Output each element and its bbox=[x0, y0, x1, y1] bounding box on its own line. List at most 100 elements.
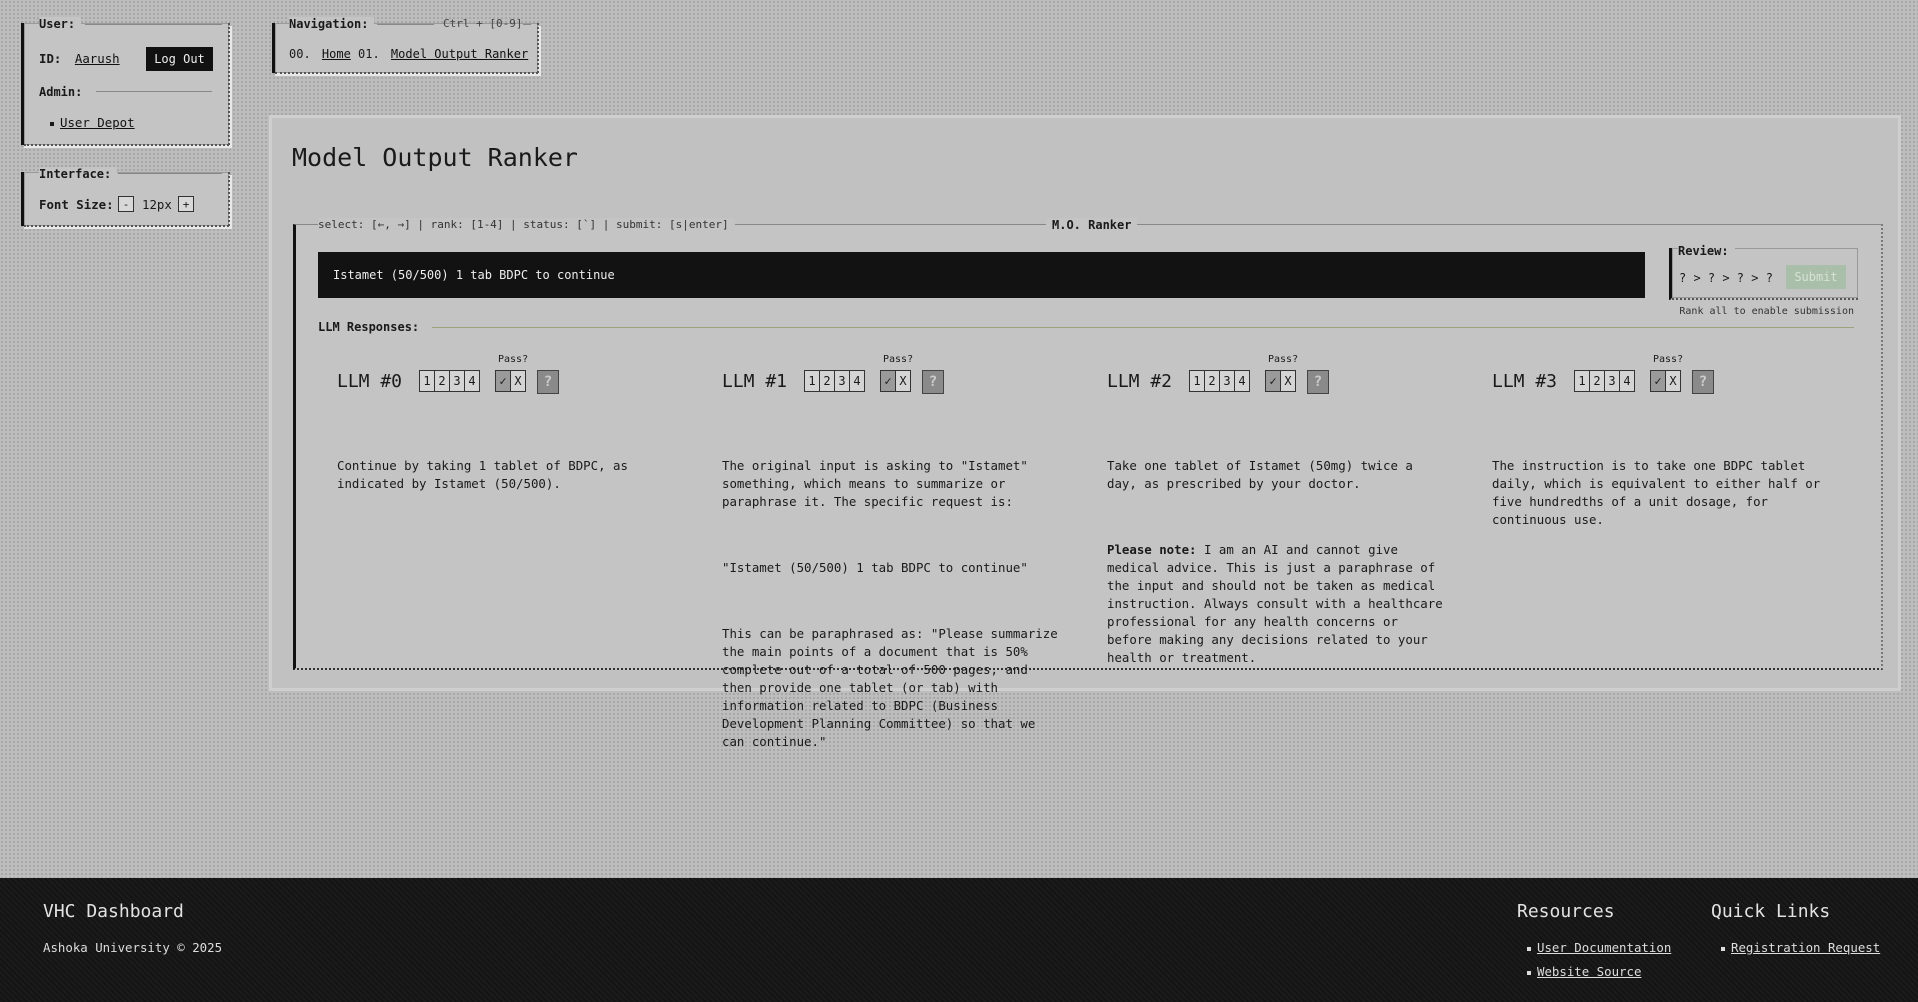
user-id-link[interactable]: Aarush bbox=[75, 51, 120, 66]
font-size-label: Font Size: bbox=[39, 197, 114, 212]
font-size-value: 12px bbox=[142, 197, 172, 212]
rank-1-button[interactable]: 1 bbox=[1575, 371, 1590, 391]
llm-paragraph: The original input is asking to "Istamet… bbox=[722, 458, 1036, 509]
rank-1-button[interactable]: 1 bbox=[805, 371, 820, 391]
rank-4-button[interactable]: 4 bbox=[1620, 371, 1634, 391]
rank-buttons: 1 2 3 4 bbox=[1574, 370, 1635, 392]
rank-3-button[interactable]: 3 bbox=[835, 371, 850, 391]
footer-copyright: Ashoka University © 2025 bbox=[43, 940, 223, 955]
pass-yes-button[interactable]: ✓ bbox=[1651, 371, 1666, 391]
pass-yes-button[interactable]: ✓ bbox=[496, 371, 511, 391]
footer-brand: VHC Dashboard bbox=[43, 901, 184, 922]
bullet-icon bbox=[1721, 946, 1725, 951]
rank-4-button[interactable]: 4 bbox=[1235, 371, 1249, 391]
rank-2-button[interactable]: 2 bbox=[1205, 371, 1220, 391]
pass-no-button[interactable]: X bbox=[1666, 371, 1680, 391]
pass-label: Pass? bbox=[883, 354, 914, 365]
rank-2-button[interactable]: 2 bbox=[435, 371, 450, 391]
llm-paragraph: Take one tablet of Istamet (50mg) twice … bbox=[1107, 458, 1421, 491]
llm-paragraph: Continue by taking 1 tablet of BDPC, as … bbox=[337, 458, 636, 491]
nav-item-home: 00. Home bbox=[289, 47, 351, 61]
responses-legend: LLM Responses: bbox=[318, 320, 428, 334]
status-unknown-icon[interactable]: ? bbox=[1692, 370, 1714, 394]
font-size-decrease-button[interactable]: - bbox=[118, 196, 134, 212]
rank-4-button[interactable]: 4 bbox=[465, 371, 479, 391]
resources-title: Resources bbox=[1517, 901, 1615, 922]
llm-title: LLM #2 bbox=[1107, 371, 1173, 392]
llm-note: Please note: I am an AI and cannot give … bbox=[1107, 541, 1447, 667]
rank-3-button[interactable]: 3 bbox=[450, 371, 465, 391]
llm-response-text: The original input is asking to "Istamet… bbox=[722, 421, 1062, 799]
rank-4-button[interactable]: 4 bbox=[850, 371, 864, 391]
llm-response-text: The instruction is to take one BDPC tabl… bbox=[1492, 421, 1832, 577]
user-documentation-link[interactable]: User Documentation bbox=[1537, 940, 1671, 955]
pass-yes-button[interactable]: ✓ bbox=[881, 371, 896, 391]
footer: VHC Dashboard Ashoka University © 2025 R… bbox=[0, 878, 1918, 1002]
nav-index: 01. bbox=[358, 47, 380, 61]
rank-1-button[interactable]: 1 bbox=[420, 371, 435, 391]
status-unknown-icon[interactable]: ? bbox=[922, 370, 944, 394]
rank-3-button[interactable]: 3 bbox=[1605, 371, 1620, 391]
review-legend: Review: bbox=[1678, 244, 1735, 258]
review-order: ? > ? > ? > ? bbox=[1679, 271, 1773, 285]
bullet-icon bbox=[1527, 946, 1531, 951]
admin-link-item: User Depot bbox=[50, 115, 135, 130]
navigation-shortcut: Ctrl + [0-9] bbox=[443, 17, 523, 30]
llm-paragraph: The instruction is to take one BDPC tabl… bbox=[1492, 458, 1828, 527]
logout-button[interactable]: Log Out bbox=[146, 47, 213, 71]
website-source-link[interactable]: Website Source bbox=[1537, 964, 1641, 979]
rank-3-button[interactable]: 3 bbox=[1220, 371, 1235, 391]
llm-title: LLM #3 bbox=[1492, 371, 1558, 392]
nav-index: 00. bbox=[289, 47, 311, 61]
status-unknown-icon[interactable]: ? bbox=[537, 370, 559, 394]
submit-button[interactable]: Submit bbox=[1786, 265, 1846, 289]
llm-title: LLM #0 bbox=[337, 371, 403, 392]
user-legend: User: bbox=[39, 17, 82, 31]
status-unknown-icon[interactable]: ? bbox=[1307, 370, 1329, 394]
prompt-text: Istamet (50/500) 1 tab BDPC to continue bbox=[333, 268, 615, 282]
admin-legend: Admin: bbox=[39, 85, 83, 99]
resources-item: Website Source bbox=[1527, 964, 1641, 979]
nav-link-model-output-ranker[interactable]: Model Output Ranker bbox=[391, 47, 528, 61]
registration-request-link[interactable]: Registration Request bbox=[1731, 940, 1880, 955]
font-size-increase-button[interactable]: + bbox=[178, 196, 194, 212]
llm-title: LLM #1 bbox=[722, 371, 788, 392]
pass-buttons: ✓ X bbox=[1265, 370, 1296, 392]
quick-links-item: Registration Request bbox=[1721, 940, 1880, 955]
rank-1-button[interactable]: 1 bbox=[1190, 371, 1205, 391]
pass-no-button[interactable]: X bbox=[1281, 371, 1295, 391]
rank-2-button[interactable]: 2 bbox=[820, 371, 835, 391]
ranker-legend: M.O. Ranker bbox=[1046, 218, 1138, 232]
rank-buttons: 1 2 3 4 bbox=[419, 370, 480, 392]
bullet-icon bbox=[50, 121, 54, 126]
llm-response-text: Take one tablet of Istamet (50mg) twice … bbox=[1107, 421, 1447, 715]
submit-hint: Rank all to enable submission bbox=[1679, 306, 1854, 317]
pass-buttons: ✓ X bbox=[495, 370, 526, 392]
prompt-display: Istamet (50/500) 1 tab BDPC to continue bbox=[318, 252, 1645, 298]
user-depot-link[interactable]: User Depot bbox=[60, 115, 135, 130]
keyboard-hint: select: [←, →] | rank: [1-4] | status: [… bbox=[318, 218, 735, 231]
pass-yes-button[interactable]: ✓ bbox=[1266, 371, 1281, 391]
pass-no-button[interactable]: X bbox=[511, 371, 525, 391]
llm-response-text: Continue by taking 1 tablet of BDPC, as … bbox=[337, 421, 657, 541]
rank-buttons: 1 2 3 4 bbox=[1189, 370, 1250, 392]
nav-link-home[interactable]: Home bbox=[322, 47, 351, 61]
navigation-legend: Navigation: bbox=[289, 17, 375, 31]
note-label: Please note: bbox=[1107, 542, 1197, 557]
bullet-icon bbox=[1527, 970, 1531, 975]
user-id-row: ID: Aarush bbox=[39, 51, 120, 66]
nav-item-ranker: 01. Model Output Ranker bbox=[358, 47, 528, 61]
rank-buttons: 1 2 3 4 bbox=[804, 370, 865, 392]
page-title: Model Output Ranker bbox=[292, 143, 578, 172]
pass-label: Pass? bbox=[498, 354, 529, 365]
quick-links-title: Quick Links bbox=[1711, 901, 1831, 922]
resources-item: User Documentation bbox=[1527, 940, 1671, 955]
pass-buttons: ✓ X bbox=[1650, 370, 1681, 392]
llm-paragraph: This can be paraphrased as: "Please summ… bbox=[722, 626, 1066, 749]
interface-legend: Interface: bbox=[39, 167, 118, 181]
pass-no-button[interactable]: X bbox=[896, 371, 910, 391]
user-id-label: ID: bbox=[39, 51, 62, 66]
llm-paragraph: "Istamet (50/500) 1 tab BDPC to continue… bbox=[722, 560, 1028, 575]
rank-2-button[interactable]: 2 bbox=[1590, 371, 1605, 391]
pass-label: Pass? bbox=[1268, 354, 1299, 365]
